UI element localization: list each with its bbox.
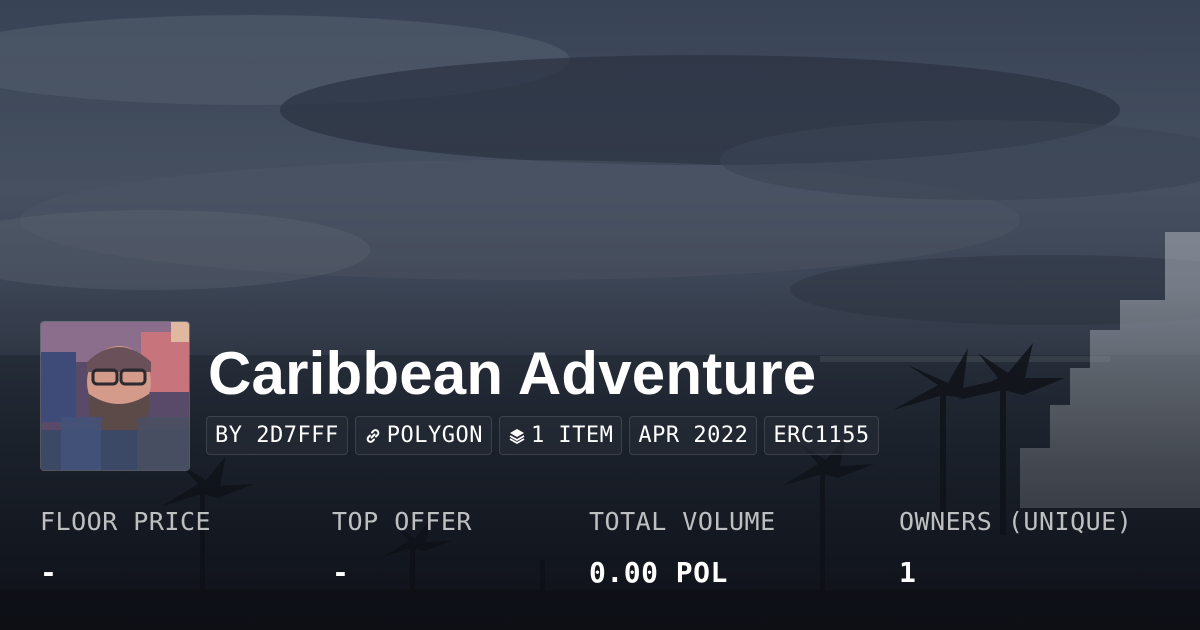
token-standard-tag-label: ERC1155 [773,423,870,448]
stat-total-volume-label: TOTAL VOLUME [589,507,776,536]
collection-tags: BY 2D7FFF POLYGON 1 ITEM APR 2022 ERC115… [206,416,879,455]
stat-floor-price-label: FLOOR PRICE [40,507,212,536]
creator-tag[interactable]: BY 2D7FFF [206,416,348,455]
stat-top-offer: TOP OFFER - [332,506,472,590]
stat-total-volume-value: 0.00 POL [589,556,728,589]
item-count-tag-label: 1 ITEM [530,423,614,448]
creator-tag-label: BY 2D7FFF [215,423,339,448]
chain-tag-label: POLYGON [386,423,483,448]
created-date-tag: APR 2022 [629,416,758,455]
chain-tag: POLYGON [354,416,492,455]
created-date-tag-label: APR 2022 [638,423,749,448]
stat-owners-value: 1 [899,556,917,589]
stat-top-offer-value: - [332,556,350,589]
layers-icon [508,427,526,445]
token-standard-tag: ERC1155 [764,416,879,455]
chain-link-icon [364,427,382,445]
item-count-tag: 1 ITEM [498,416,623,455]
stat-owners-label: OWNERS (UNIQUE) [899,507,1133,536]
stat-total-volume: TOTAL VOLUME 0.00 POL [589,506,776,590]
stat-top-offer-label: TOP OFFER [332,507,472,536]
collection-stats: FLOOR PRICE - TOP OFFER - TOTAL VOLUME 0… [40,506,1170,596]
collection-title: Caribbean Adventure [208,340,817,407]
stat-owners: OWNERS (UNIQUE) 1 [899,506,1132,590]
stat-floor-price-value: - [40,556,58,589]
collection-share-card: Caribbean Adventure BY 2D7FFF POLYGON 1 … [0,0,1200,630]
collection-avatar[interactable] [40,321,190,471]
stat-floor-price: FLOOR PRICE - [40,506,211,590]
